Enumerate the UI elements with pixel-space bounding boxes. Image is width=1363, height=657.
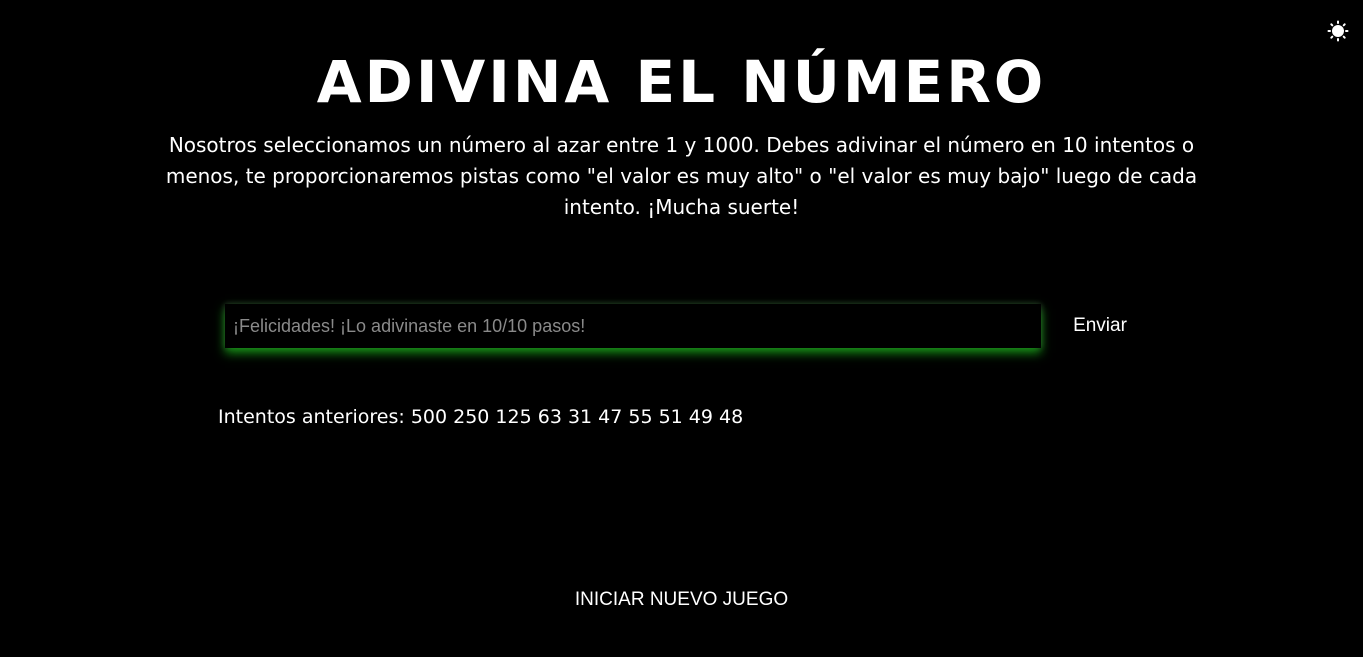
previous-guesses-label: Intentos anteriores: [218,406,405,428]
page-title: ADIVINA EL NÚMERO [316,48,1047,116]
theme-toggle-button[interactable] [1327,20,1349,42]
sun-icon [1327,20,1349,42]
game-description: Nosotros seleccionamos un número al azar… [165,133,1198,219]
guess-input[interactable] [225,304,1041,348]
previous-guesses: Intentos anteriores: 500 250 125 63 31 4… [218,403,743,431]
new-game-button[interactable]: INICIAR NUEVO JUEGO [575,589,788,610]
previous-guesses-values: 500 250 125 63 31 47 55 51 49 48 [410,406,744,428]
submit-button[interactable]: Enviar [1062,304,1138,348]
new-game-container: INICIAR NUEVO JUEGO [0,586,1363,614]
